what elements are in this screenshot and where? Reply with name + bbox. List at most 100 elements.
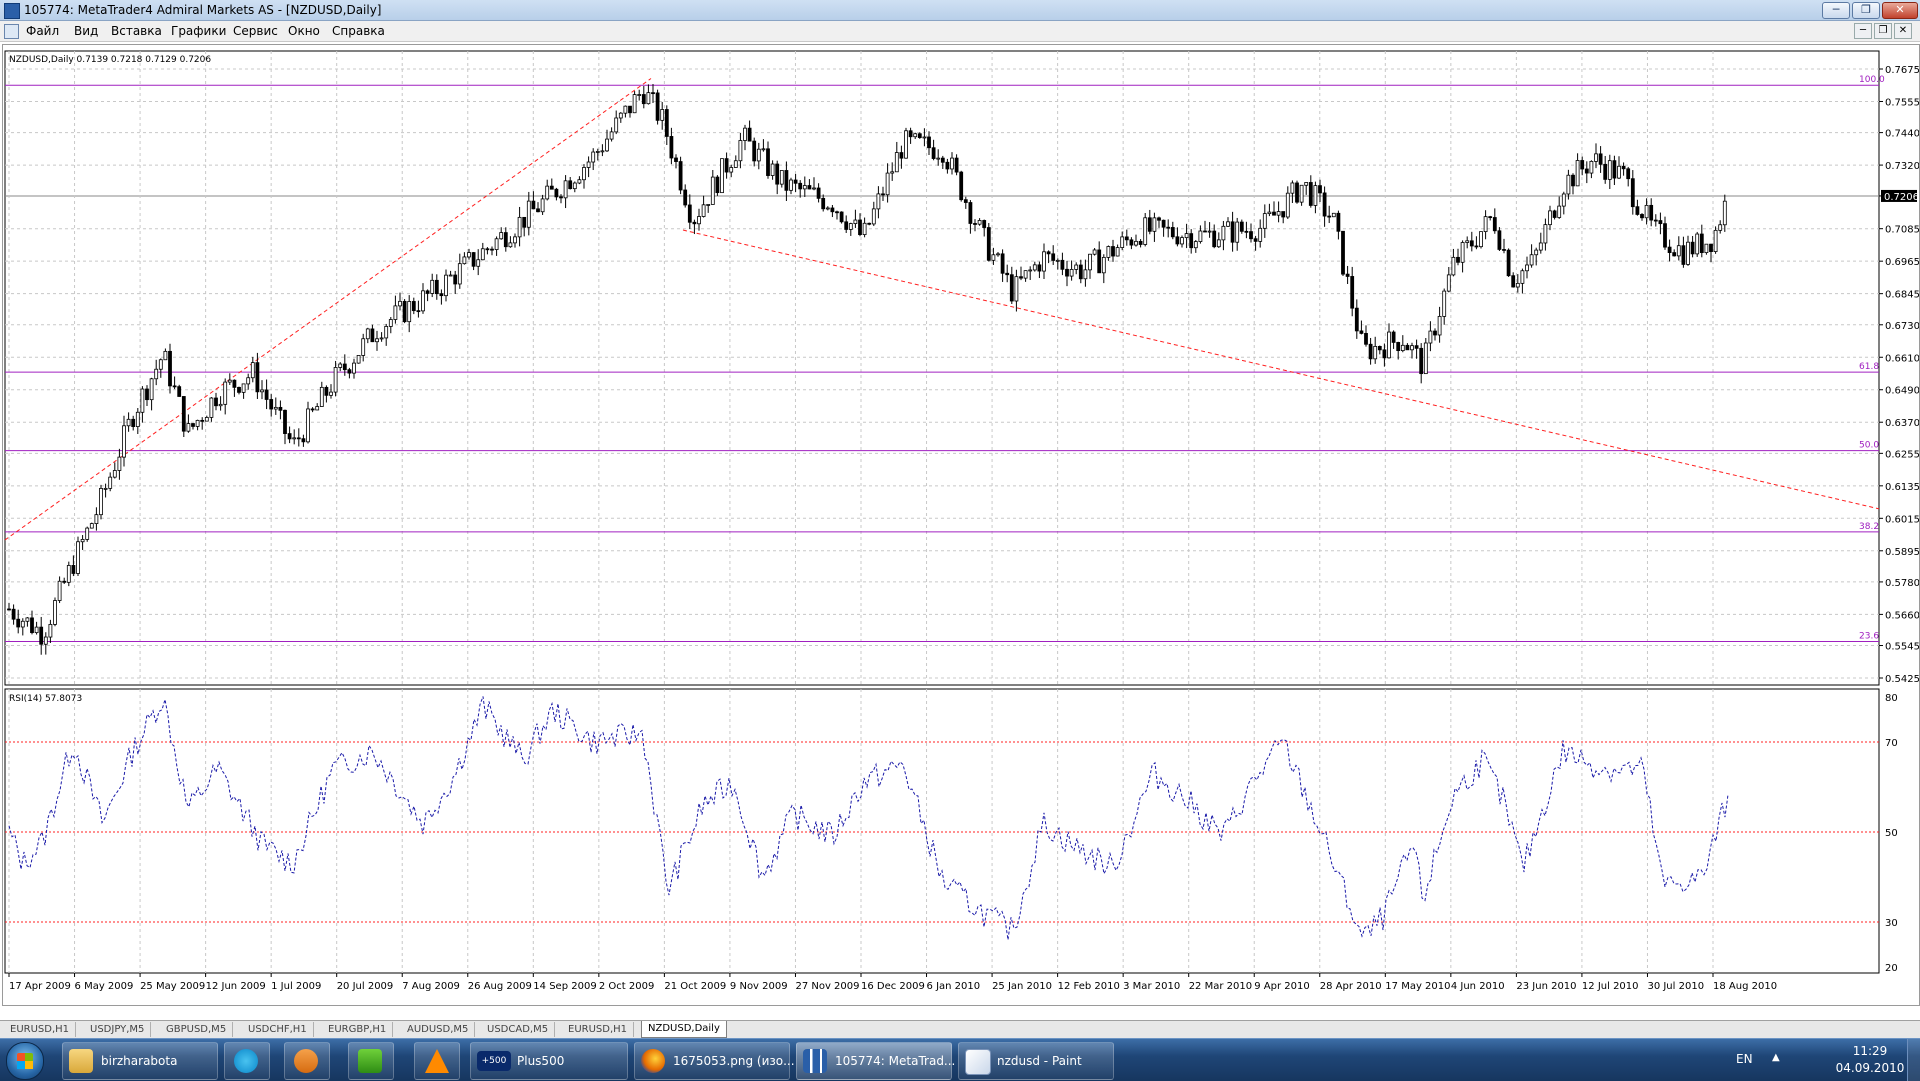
firefox-icon <box>641 1049 665 1073</box>
candle-body <box>43 636 48 645</box>
candle-body <box>361 338 366 356</box>
candle-body <box>549 185 554 190</box>
candle-body <box>241 383 246 393</box>
candle-body <box>1502 249 1506 251</box>
candle-body <box>1557 205 1562 218</box>
maximize-button[interactable]: ❐ <box>1852 2 1880 19</box>
taskbar-explorer-button[interactable]: birzharabota <box>62 1042 218 1080</box>
menu-help[interactable]: Справка <box>332 24 385 38</box>
taskbar-utorrent-button[interactable] <box>348 1042 394 1080</box>
candle-body <box>526 200 531 228</box>
price-axis-label: 0.6730 <box>1885 321 1919 332</box>
candle-body <box>34 626 39 634</box>
date-axis-label: 17 May 2010 <box>1385 981 1450 992</box>
start-button[interactable] <box>6 1042 44 1080</box>
show-desktop-button[interactable] <box>1907 1039 1920 1081</box>
menu-tools[interactable]: Сервис <box>233 24 278 38</box>
date-axis-label: 3 Mar 2010 <box>1123 981 1180 992</box>
candle-body <box>393 305 398 320</box>
candle-body <box>398 300 402 307</box>
taskbar-skype-button[interactable] <box>224 1042 270 1080</box>
candle-body <box>701 204 706 217</box>
downtrend-line <box>682 229 1880 510</box>
candle-body <box>963 199 968 203</box>
date-axis-label: 4 Jun 2010 <box>1451 981 1505 992</box>
utorrent-icon <box>358 1049 382 1073</box>
candle-body <box>1350 276 1355 309</box>
close-button[interactable]: ✕ <box>1882 2 1918 19</box>
metatrader-app-icon[interactable] <box>4 3 20 19</box>
tray-expand-icon[interactable]: ▲ <box>1772 1052 1780 1063</box>
menu-window[interactable]: Окно <box>288 24 320 38</box>
candle-body <box>237 386 241 393</box>
candle-body <box>1078 264 1083 280</box>
candle-body <box>867 222 872 225</box>
candle-body <box>1543 224 1548 244</box>
candle-body <box>752 140 757 162</box>
candle-body <box>1101 256 1106 274</box>
chart-minimize-button[interactable]: ─ <box>1854 23 1872 39</box>
taskbar-firefox-button[interactable]: 1675053.png (изо... <box>634 1042 795 1080</box>
candle-body <box>1069 268 1074 277</box>
candle-body <box>936 157 941 160</box>
rsi-plot-frame <box>4 688 1880 974</box>
date-axis-label: 27 Nov 2009 <box>795 981 859 992</box>
candle-body <box>646 92 651 105</box>
clock-date[interactable]: 04.09.2010 <box>1830 1061 1910 1075</box>
menu-file[interactable]: Файл <box>26 24 59 38</box>
taskbar-paint-button[interactable]: nzdusd - Paint <box>958 1042 1114 1080</box>
candle-body <box>839 211 844 223</box>
candle-body <box>1428 330 1433 344</box>
candle-body <box>706 204 711 206</box>
date-axis-label: 18 Aug 2010 <box>1713 981 1777 992</box>
candle-body <box>835 211 839 214</box>
rsi-header: RSI(14) 57.8073 <box>9 694 82 704</box>
menu-insert[interactable]: Вставка <box>111 24 162 38</box>
candle-body <box>1009 274 1014 302</box>
chart-close-button[interactable]: ✕ <box>1894 23 1912 39</box>
candle-body <box>462 256 467 265</box>
minimize-button[interactable]: ─ <box>1822 2 1850 19</box>
tab-usdjpy-m5[interactable]: USDJPY,M5 <box>84 1022 152 1037</box>
candle-body <box>614 117 619 133</box>
candle-body <box>25 617 30 622</box>
candle-body <box>16 618 21 628</box>
candle-body <box>1663 223 1667 248</box>
menu-view[interactable]: Вид <box>74 24 98 38</box>
chart-window-icon[interactable] <box>4 24 19 39</box>
candle-body <box>388 319 393 327</box>
tab-eurgbp-h1[interactable]: EURGBP,H1 <box>322 1022 394 1037</box>
candle-body <box>522 216 527 228</box>
candle-body <box>802 185 807 190</box>
chart-restore-button[interactable]: ❐ <box>1874 23 1892 39</box>
taskbar-plus500-button[interactable]: +500 Plus500 <box>470 1042 628 1080</box>
candle-body <box>490 248 494 251</box>
nzdusd-daily-chart[interactable]: 0.7675 0.7555 0.7440 0.7320 0.7206 0.7085 0.69… <box>3 45 1919 1005</box>
tab-eurusd-h1[interactable]: EURUSD,H1 <box>4 1022 77 1037</box>
price-axis-label: 0.6610 <box>1885 353 1919 364</box>
tab-gbpusd-m5[interactable]: GBPUSD,M5 <box>160 1022 234 1037</box>
candle-body <box>1442 290 1447 317</box>
taskbar-metatrader-button[interactable]: 105774: MetaTrad... <box>796 1042 955 1080</box>
candle-body <box>687 204 692 223</box>
candle-body <box>1308 182 1313 206</box>
tab-nzdusd-daily[interactable]: NZDUSD,Daily <box>641 1021 727 1038</box>
language-indicator[interactable]: EN <box>1736 1052 1753 1066</box>
chart-window[interactable]: 0.7675 0.7555 0.7440 0.7320 0.7206 0.7085 0.69… <box>2 44 1920 1006</box>
candle-body <box>218 403 223 407</box>
taskbar-media-player-button[interactable] <box>284 1042 330 1080</box>
candle-body <box>168 350 172 387</box>
taskbar-vlc-button[interactable] <box>414 1042 460 1080</box>
tab-usdcad-m5[interactable]: USDCAD,M5 <box>481 1022 556 1037</box>
media-player-icon <box>294 1049 318 1073</box>
tab-usdchf-h1[interactable]: USDCHF,H1 <box>242 1022 314 1037</box>
tab-eurusd-h1-2[interactable]: EURUSD,H1 <box>562 1022 635 1037</box>
clock-time[interactable]: 11:29 <box>1840 1044 1900 1058</box>
candle-body <box>122 425 126 458</box>
tab-audusd-m5[interactable]: AUDUSD,M5 <box>401 1022 476 1037</box>
candle-body <box>1391 331 1396 343</box>
menu-charts[interactable]: Графики <box>171 24 226 38</box>
candle-body <box>1525 264 1529 272</box>
candle-body <box>191 423 195 427</box>
candle-body <box>131 418 136 427</box>
